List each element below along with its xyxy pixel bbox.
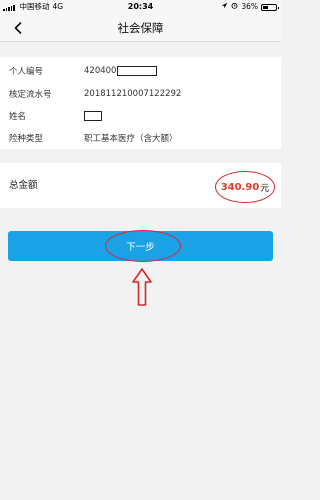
next-step-label: 下一步 [126,242,155,253]
info-value: 职工基本医疗（含大额） [84,134,178,144]
status-bar: 中国移动 4G 20:34 36% [0,0,281,14]
info-row-serial-number: 核定流水号 201811210007122292 [9,87,181,101]
next-step-button[interactable]: 下一步 [8,231,273,261]
alarm-icon [231,0,238,14]
info-value: 420400 [84,66,117,76]
info-label: 核定流水号 [9,90,52,100]
total-amount-highlight: 340.90 元 [215,171,275,203]
redaction-box [117,66,158,76]
info-card: 个人编号 420400 核定流水号 201811210007122292 姓名 … [0,57,281,149]
info-label: 险种类型 [9,134,44,144]
info-row-insurance-type: 险种类型 职工基本医疗（含大额） [9,131,178,145]
battery-percent: 36% [241,2,258,11]
info-row-person-id: 个人编号 420400 [9,64,158,78]
info-label: 个人编号 [9,67,44,77]
redaction-box [84,111,102,121]
page-title: 社会保障 [117,21,164,35]
total-amount: 340.90 [220,181,260,193]
total-label: 总金额 [9,180,38,191]
info-value: 201811210007122292 [84,89,182,99]
location-icon [221,0,228,14]
nav-bar: 社会保障 [0,14,281,42]
up-arrow-icon [132,268,152,306]
total-unit: 元 [260,183,270,194]
status-right: 36% [221,0,279,14]
info-row-name: 姓名 [9,109,102,123]
info-label: 姓名 [9,112,27,122]
battery-icon [261,3,279,11]
